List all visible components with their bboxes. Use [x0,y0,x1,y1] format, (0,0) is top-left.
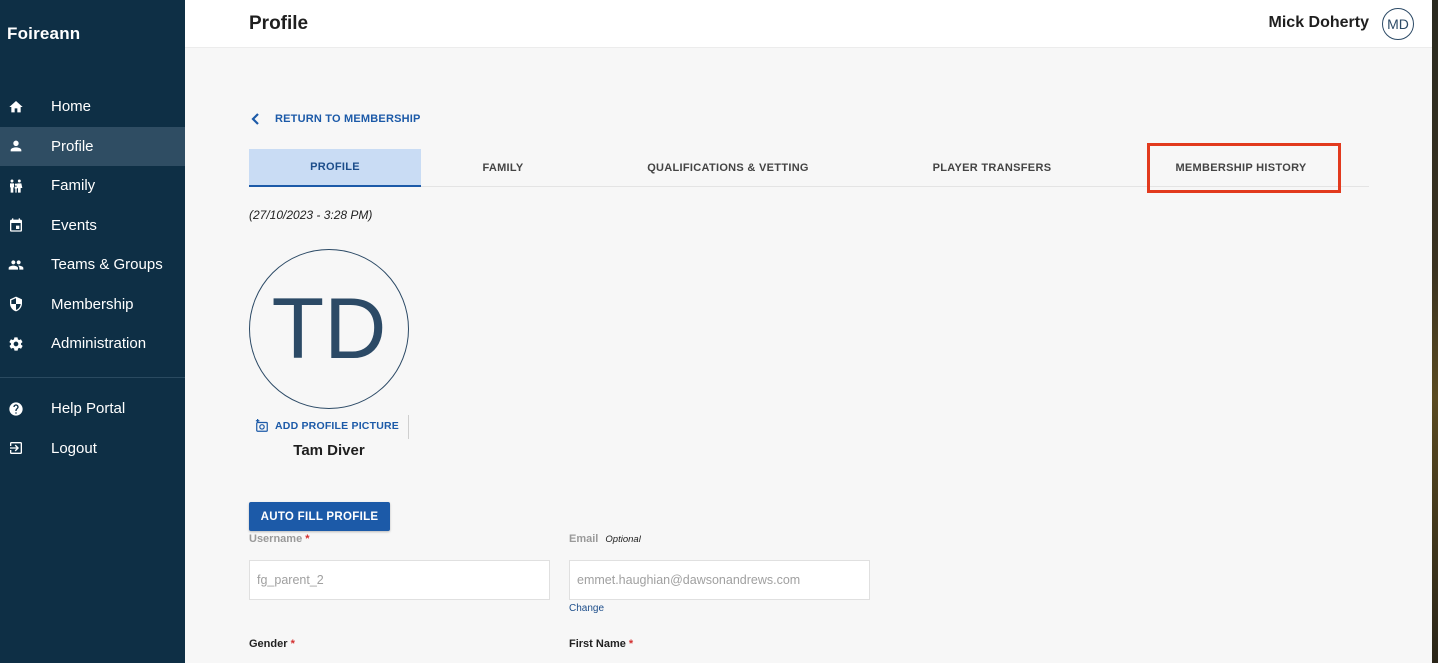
brand-logo: Foireann [7,24,81,43]
change-email-link[interactable]: Change [569,603,604,614]
required-mark: * [290,638,295,650]
add-photo-icon [255,419,268,432]
email-label-text: Email [569,533,599,545]
first-name-label: First Name * [569,638,633,650]
gender-label-text: Gender [249,638,288,650]
profile-avatar: TD [249,249,409,409]
user-name[interactable]: Mick Doherty [1269,14,1369,32]
sidebar-item-label: Administration [51,335,147,353]
divider [408,415,409,439]
sidebar-item-label: Teams & Groups [51,256,163,274]
return-to-membership-link[interactable]: RETURN TO MEMBERSHIP [249,112,421,126]
sidebar-secondary-nav: Help Portal Logout [0,389,185,468]
username-label: Username * [249,533,310,545]
sidebar-item-label: Home [51,98,92,116]
sidebar-item-help-portal[interactable]: Help Portal [0,389,185,429]
person-icon [7,138,24,155]
email-field[interactable]: emmet.haughian@dawsonandrews.com [569,560,870,600]
sidebar-item-profile[interactable]: Profile [0,126,185,166]
username-field[interactable]: fg_parent_2 [249,560,550,600]
sidebar-nav: Home Profile Family Events Teams & Group… [0,87,185,364]
family-icon [7,177,24,194]
help-icon [7,400,24,417]
optional-tag: Optional [605,534,641,545]
sidebar-item-events[interactable]: Events [0,206,185,246]
profile-name: Tam Diver [293,442,365,459]
username-label-text: Username [249,533,303,545]
tab-qualifications-vetting[interactable]: QUALIFICATIONS & VETTING [585,149,871,187]
sidebar-item-logout[interactable]: Logout [0,429,185,469]
page-title: Profile [249,13,309,34]
sidebar-item-label: Events [51,216,97,234]
calendar-icon [7,217,24,234]
chevron-left-icon [251,113,259,125]
profile-timestamp: (27/10/2023 - 3:28 PM) [249,208,373,222]
auto-fill-profile-button[interactable]: AUTO FILL PROFILE [249,502,390,531]
sidebar-item-membership[interactable]: Membership [0,285,185,325]
required-mark: * [305,533,310,545]
sidebar-item-label: Profile [51,137,94,155]
email-label: Email Optional [569,533,641,545]
gender-label: Gender * [249,638,295,650]
background-edge [1432,0,1438,663]
sidebar-item-label: Family [51,177,96,195]
sidebar-item-administration[interactable]: Administration [0,324,185,364]
sidebar-item-family[interactable]: Family [0,166,185,206]
tab-family[interactable]: FAMILY [421,149,585,187]
home-icon [7,98,24,115]
required-mark: * [628,638,634,650]
tab-player-transfers[interactable]: PLAYER TRANSFERS [871,149,1113,187]
logout-icon [7,440,24,457]
shield-icon [7,296,24,313]
tab-profile[interactable]: PROFILE [249,149,421,187]
sidebar-item-label: Membership [51,295,134,313]
gear-icon [7,335,24,352]
avatar[interactable]: MD [1382,8,1414,40]
main-content: Profile Mick Doherty MD RETURN TO MEMBER… [185,0,1432,663]
sidebar-item-home[interactable]: Home [0,87,185,127]
group-icon [7,256,24,273]
sidebar-divider [0,377,185,378]
top-bar: Profile Mick Doherty MD [185,0,1432,48]
sidebar-item-label: Logout [51,439,97,457]
sidebar: Foireann Home Profile Family Events Team… [0,0,185,663]
return-link-label: RETURN TO MEMBERSHIP [275,113,421,125]
sidebar-item-label: Help Portal [51,400,126,418]
add-profile-picture-button[interactable]: ADD PROFILE PICTURE [255,419,399,433]
add-profile-picture-label: ADD PROFILE PICTURE [275,420,399,432]
highlight-annotation-box [1147,143,1341,193]
first-name-label-text: First Name [569,638,626,650]
sidebar-item-teams-groups[interactable]: Teams & Groups [0,245,185,285]
